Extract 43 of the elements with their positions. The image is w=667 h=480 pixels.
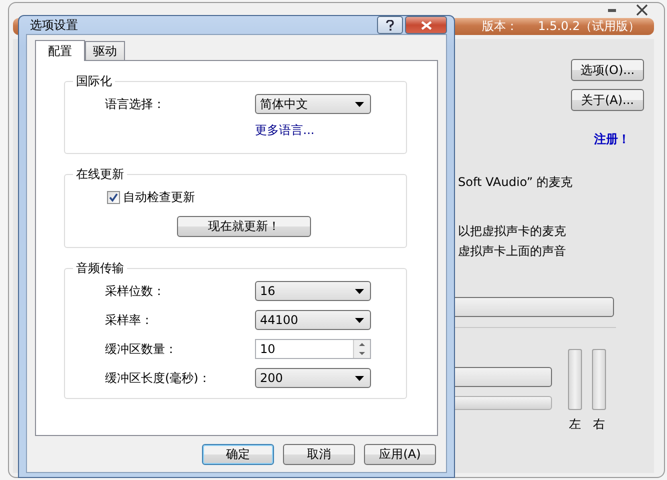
button[interactable]: 关于(A)... [571, 89, 644, 111]
more-languages-link[interactable]: 更多语言... [255, 122, 314, 139]
dropdown[interactable]: 44100 [255, 310, 371, 330]
field-label: 缓冲区长度(毫秒)： [105, 370, 212, 386]
dropdown[interactable]: 简体中文 [255, 94, 371, 114]
field-label: 采样位数： [105, 282, 166, 300]
description-text: 以把虚拟声卡的麦克 [458, 223, 567, 240]
dropdown-arrow-icon [355, 318, 364, 322]
dropdown[interactable]: 16 [255, 281, 371, 301]
checkbox[interactable] [107, 190, 120, 204]
tab[interactable]: 驱动 [85, 41, 125, 60]
description-text: Soft VAudio” 的麦克 [457, 174, 574, 191]
version-label: 版本： [482, 18, 518, 35]
description-text: 虚拟声卡上面的声音 [458, 243, 567, 260]
button[interactable]: 取消 [283, 444, 355, 464]
spin-field[interactable]: 10 [255, 339, 371, 359]
group-title: 国际化 [75, 73, 113, 90]
channel-label: 左 [569, 416, 581, 433]
close-icon[interactable] [636, 4, 648, 16]
group-title: 在线更新 [75, 166, 125, 183]
dropdown-arrow-icon [355, 288, 364, 294]
close-icon [420, 20, 432, 30]
group-title: 音频传输 [75, 260, 125, 277]
update-now-button[interactable]: 现在就更新！ [177, 216, 311, 237]
checkbox-label: 自动检查更新 [123, 188, 195, 206]
window-title: 选项设置 [29, 16, 78, 34]
channel-label: 右 [593, 416, 605, 433]
dropdown[interactable]: 200 [255, 368, 371, 388]
help-button[interactable] [377, 16, 403, 34]
field-label: 缓冲区数量： [105, 340, 178, 358]
button[interactable]: 选项(O)... [571, 59, 644, 81]
dropdown-arrow-icon [355, 376, 364, 380]
field-label: 采样率： [105, 312, 154, 328]
field-label: 语言选择： [105, 96, 166, 112]
minimize-icon[interactable] [608, 8, 616, 12]
button[interactable]: 应用(A) [364, 444, 436, 464]
help-icon [386, 20, 394, 30]
register-link[interactable]: 注册！ [594, 131, 630, 148]
tab[interactable]: 配置 [35, 40, 85, 61]
dropdown-arrow-icon [355, 102, 364, 106]
close-button[interactable] [405, 16, 447, 34]
version-text: 1.5.0.2（试用版） [538, 18, 640, 35]
button[interactable]: 确定 [202, 444, 274, 464]
